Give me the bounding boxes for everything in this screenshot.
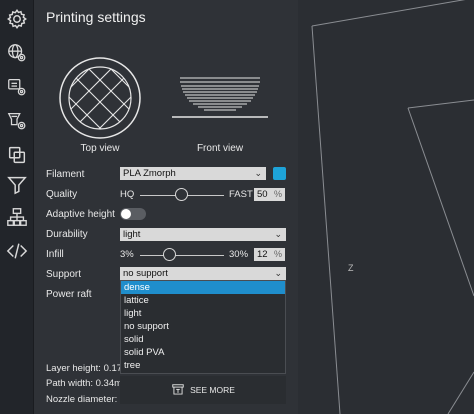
support-select[interactable]: no support ⌄ — [120, 267, 286, 280]
copy-icon — [8, 146, 26, 164]
infill-slider-track[interactable] — [140, 255, 224, 256]
support-option-solid-pva[interactable]: solid PVA — [121, 346, 285, 359]
adaptive-height-toggle[interactable] — [120, 208, 146, 220]
see-more-label: SEE MORE — [190, 385, 235, 395]
hardware-button[interactable] — [0, 70, 34, 104]
infill-label: Infill — [46, 249, 64, 260]
quality-min-label: HQ — [120, 189, 135, 200]
support-option-solid[interactable]: solid — [121, 333, 285, 346]
support-value: no support — [123, 268, 168, 279]
support-option-lattice[interactable]: lattice — [121, 294, 285, 307]
chevron-down-icon: ⌄ — [274, 229, 282, 239]
top-view-illustration — [59, 57, 141, 139]
support-option-light[interactable]: light — [121, 307, 285, 320]
printer-gear-icon — [8, 79, 26, 96]
quality-value: 50 — [257, 189, 268, 200]
quality-max-label: FAST — [229, 189, 253, 200]
globe-gear-icon — [8, 44, 26, 62]
filament-value: PLA Zmorph — [123, 168, 176, 179]
infill-unit: % — [273, 249, 282, 259]
see-more-button[interactable]: SEE MORE — [120, 376, 286, 404]
top-view-label: Top view — [80, 143, 120, 154]
panel-title: Printing settings — [46, 9, 146, 25]
printer-icon — [172, 384, 184, 395]
durability-label: Durability — [46, 229, 88, 240]
support-label: Support — [46, 269, 82, 280]
infill-min-label: 3% — [120, 249, 134, 260]
path-width-info: Path width: 0.34m — [46, 378, 122, 389]
durability-value: light — [123, 229, 141, 240]
filter-button[interactable] — [0, 168, 34, 202]
filament-color-swatch[interactable] — [273, 167, 286, 180]
icon-rail — [0, 0, 34, 414]
layer-height-info: Layer height: 0.17 — [46, 363, 122, 374]
support-dropdown-list: dense lattice light no support solid sol… — [120, 280, 286, 374]
printing-settings-button[interactable] — [0, 2, 34, 36]
chevron-down-icon: ⌄ — [274, 268, 282, 278]
quality-slider-knob[interactable] — [175, 188, 188, 201]
durability-select[interactable]: light ⌄ — [120, 228, 286, 241]
chevron-down-icon: ⌄ — [254, 168, 262, 178]
funnel-icon — [7, 176, 27, 195]
code-button[interactable] — [0, 234, 34, 268]
nozzle-diameter-info: Nozzle diameter: 0 — [46, 394, 122, 405]
3d-viewport[interactable]: Z — [298, 0, 474, 414]
gear-icon — [7, 9, 27, 29]
structure-button[interactable] — [0, 200, 34, 234]
quality-value-input[interactable]: 50 % — [254, 188, 285, 201]
code-icon — [6, 243, 28, 259]
support-option-no-support[interactable]: no support — [121, 320, 285, 333]
front-view-label: Front view — [196, 143, 244, 154]
adaptive-height-label: Adaptive height — [46, 209, 115, 220]
quality-label: Quality — [46, 189, 78, 200]
build-volume-wireframe — [311, 0, 474, 414]
infill-value: 12 — [257, 249, 268, 260]
support-option-dense[interactable]: dense — [121, 281, 285, 294]
support-option-tree[interactable]: tree — [121, 359, 285, 372]
toggle-knob — [121, 209, 131, 219]
quality-unit: % — [273, 189, 282, 199]
infill-value-input[interactable]: 12 % — [254, 248, 285, 261]
filament-select[interactable]: PLA Zmorph ⌄ — [120, 167, 266, 180]
filament-label: Filament — [46, 169, 85, 180]
infill-max-label: 30% — [229, 249, 249, 260]
models-button[interactable] — [0, 36, 34, 70]
hierarchy-icon — [7, 208, 27, 226]
filament-button[interactable] — [0, 104, 34, 138]
front-view-illustration — [172, 77, 268, 118]
layers-button[interactable] — [0, 138, 34, 172]
infill-slider-knob[interactable] — [163, 248, 176, 261]
power-raft-label: Power raft — [46, 289, 92, 300]
z-axis-label: Z — [348, 263, 354, 273]
spool-gear-icon — [7, 113, 26, 130]
printing-settings-panel: Printing settings Top view Front view Fi… — [34, 0, 298, 414]
